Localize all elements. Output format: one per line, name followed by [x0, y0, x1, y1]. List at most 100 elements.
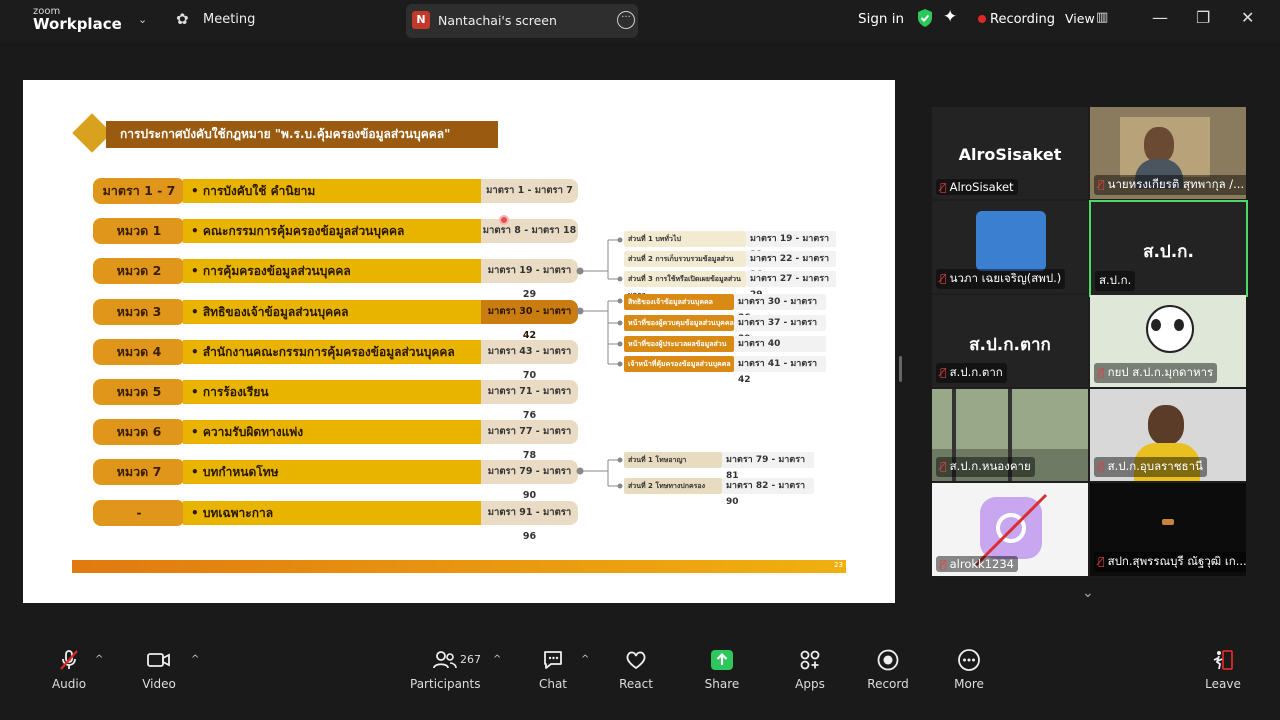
subsection-label: หน้าที่ของผู้ควบคุมข้อมูลส่วนบุคคล [624, 315, 734, 331]
subsection-label: ส่วนที่ 2 โทษทางปกครอง [624, 478, 722, 494]
share-button[interactable]: Share [702, 648, 742, 691]
chat-options-caret-icon[interactable]: ^ [581, 654, 589, 665]
participant-tile[interactable]: 🎙̸ ส.ป.ก.อุบลราชธานี [1090, 389, 1246, 481]
close-icon[interactable]: ✕ [1241, 8, 1254, 27]
participant-tile[interactable]: 🎙̸ alrokk1234 [932, 483, 1088, 576]
mic-muted-icon: 🎙̸ [1098, 366, 1105, 379]
audio-options-caret-icon[interactable]: ^ [95, 654, 103, 665]
participant-avatar [976, 211, 1046, 271]
minimize-icon[interactable]: — [1152, 8, 1168, 27]
section-range: มาตรา 19 - มาตรา 29 [481, 259, 578, 300]
subsection-range: มาตรา 79 - มาตรา 81 [722, 452, 814, 481]
chapter-label: • ความรับผิดทางแพ่ง [183, 420, 481, 444]
chapter-tag: หมวด 5 [93, 379, 185, 405]
participant-name: 🎙̸ กยป ส.ป.ก.มุกดาหาร [1094, 363, 1218, 383]
chapter-tag: หมวด 3 [93, 299, 185, 325]
shield-check-icon[interactable] [916, 8, 934, 32]
more-options-icon[interactable]: ··· [617, 11, 635, 29]
subsection-label: ส่วนที่ 1 บททั่วไป [624, 231, 746, 247]
participant-tile-active-speaker[interactable]: ส.ป.ก. ส.ป.ก. [1089, 200, 1248, 297]
restore-icon[interactable]: ❐ [1196, 8, 1210, 27]
presenter-avatar: N [412, 11, 430, 29]
chapter-tag: หมวด 7 [93, 459, 185, 485]
chapter-tag: หมวด 2 [93, 258, 185, 284]
participant-tile[interactable]: 🎙̸ นวภา เฉยเจริญ(สพป.) [932, 201, 1088, 293]
section-range: มาตรา 91 - มาตรา 96 [481, 501, 578, 542]
recording-label[interactable]: Recording [990, 12, 1055, 27]
section-range: มาตรา 8 - มาตรา 18 [481, 219, 578, 243]
person-video [1144, 127, 1174, 163]
ai-sparkle-icon[interactable]: ✦ [943, 7, 957, 27]
small-logo-icon [1162, 519, 1174, 525]
mic-muted-icon: 🎙̸ [940, 558, 947, 571]
more-dots-icon [950, 648, 988, 674]
participant-tile[interactable]: 🎙̸ กยป ส.ป.ก.มุกดาหาร [1090, 295, 1246, 387]
resize-handle[interactable] [899, 356, 902, 382]
mic-muted-icon: 🎙̸ [1098, 178, 1105, 191]
chapter-label: • สิทธิของเจ้าข้อมูลส่วนบุคคล [183, 300, 481, 324]
participant-count: 267 [460, 653, 481, 666]
view-button[interactable]: View [1065, 11, 1095, 26]
record-button[interactable]: Record [866, 648, 910, 691]
subsection-range: มาตรา 30 - มาตรา 36 [734, 294, 826, 323]
chapter-label: • การร้องเรียน [183, 380, 481, 404]
sign-in-button[interactable]: Sign in [858, 11, 904, 27]
slide-title: การประกาศบังคับใช้กฎหมาย "พ.ร.บ.คุ้มครอง… [106, 121, 498, 148]
subsection-range: มาตรา 82 - มาตรา 90 [722, 478, 814, 507]
mic-muted-icon: 🎙̸ [940, 272, 947, 285]
participant-tile[interactable]: 🎙̸ ส.ป.ก.หนองคาย [932, 389, 1088, 481]
chapter-tag: หมวด 6 [93, 419, 185, 445]
participant-name: 🎙̸ นวภา เฉยเจริญ(สพป.) [936, 269, 1066, 289]
share-screen-icon [702, 648, 742, 674]
apps-icon [792, 648, 828, 674]
slide-page-number: 23 [834, 561, 843, 569]
workplace-logo: Workplace [33, 15, 122, 33]
participant-name: 🎙̸ alrokk1234 [936, 556, 1018, 572]
audio-button[interactable]: Audio [46, 648, 92, 691]
section-range: มาตรา 43 - มาตรา 70 [481, 340, 578, 381]
slide-footer-bar [72, 560, 846, 573]
subsection-range: มาตรา 41 - มาตรา 42 [734, 356, 826, 385]
recording-dot-icon [978, 15, 986, 23]
video-button[interactable]: Video [138, 648, 180, 691]
subsection-range: มาตรา 22 - มาตรา 26 [746, 251, 836, 280]
grid-view-icon[interactable]: ▥ [1096, 10, 1108, 25]
participant-tile[interactable]: AlroSisaket 🎙̸ AlroSisaket [932, 107, 1088, 199]
participants-options-caret-icon[interactable]: ^ [493, 654, 501, 665]
meeting-label[interactable]: Meeting [203, 12, 255, 27]
react-button[interactable]: React [616, 648, 656, 691]
apps-button[interactable]: Apps [792, 648, 828, 691]
participant-name: 🎙̸ ส.ป.ก.ตาก [936, 363, 1007, 383]
chapter-label: • สำนักงานคณะกรรมการคุ้มครองข้อมูลส่วนบุ… [183, 340, 481, 364]
record-icon [866, 648, 910, 674]
chapter-tag: มาตรา 1 - 7 [93, 178, 185, 204]
mic-muted-icon: 🎙̸ [1098, 460, 1105, 473]
participant-display-name: ส.ป.ก. [1143, 242, 1194, 262]
subsection-label: ส่วนที่ 2 การเก็บรวบรวมข้อมูลส่วนบุคคล [624, 251, 746, 279]
presenter-cursor-icon [499, 215, 509, 225]
video-options-caret-icon[interactable]: ^ [191, 654, 199, 665]
participant-display-name: ส.ป.ก.ตาก [969, 335, 1051, 355]
chevron-down-icon[interactable]: ⌄ [138, 13, 147, 26]
mic-muted-icon [46, 648, 92, 674]
section-range: มาตรา 77 - มาตรา 78 [481, 420, 578, 461]
paw-icon: ✿ [176, 10, 189, 28]
chapter-label: • คณะกรรมการคุ้มครองข้อมูลส่วนบุคคล [183, 219, 481, 243]
mic-muted-icon: 🎙̸ [940, 181, 947, 194]
section-range: มาตรา 71 - มาตรา 76 [481, 380, 578, 421]
subsection-label: หน้าที่ของผู้ประมวลผลข้อมูลส่วนบุคคล [624, 336, 734, 364]
chat-button[interactable]: Chat [534, 648, 572, 691]
panda-eye [1151, 319, 1161, 331]
more-button[interactable]: More [950, 648, 988, 691]
gallery-scroll-down-icon[interactable]: ⌄ [1082, 585, 1094, 601]
connector-lines [576, 237, 623, 489]
participant-tile[interactable]: 🎙̸ สปก.สุพรรณบุรี ณัฐวุฒิ เก... [1090, 483, 1246, 576]
participant-name: 🎙̸ ส.ป.ก.หนองคาย [936, 457, 1035, 477]
participant-tile[interactable]: 🎙̸ นายหรงเกียรติ สุทพากุล /... [1090, 107, 1246, 199]
participant-name: 🎙̸ สปก.สุพรรณบุรี ณัฐวุฒิ เก... [1094, 552, 1246, 572]
leave-button[interactable]: Leave [1203, 648, 1243, 691]
participant-tile[interactable]: ส.ป.ก.ตาก 🎙̸ ส.ป.ก.ตาก [932, 295, 1088, 387]
mic-muted-icon: 🎙̸ [940, 460, 947, 473]
mic-muted-icon: 🎙̸ [1098, 555, 1105, 568]
subsection-label: เจ้าหน้าที่คุ้มครองข้อมูลส่วนบุคคล [624, 356, 734, 372]
